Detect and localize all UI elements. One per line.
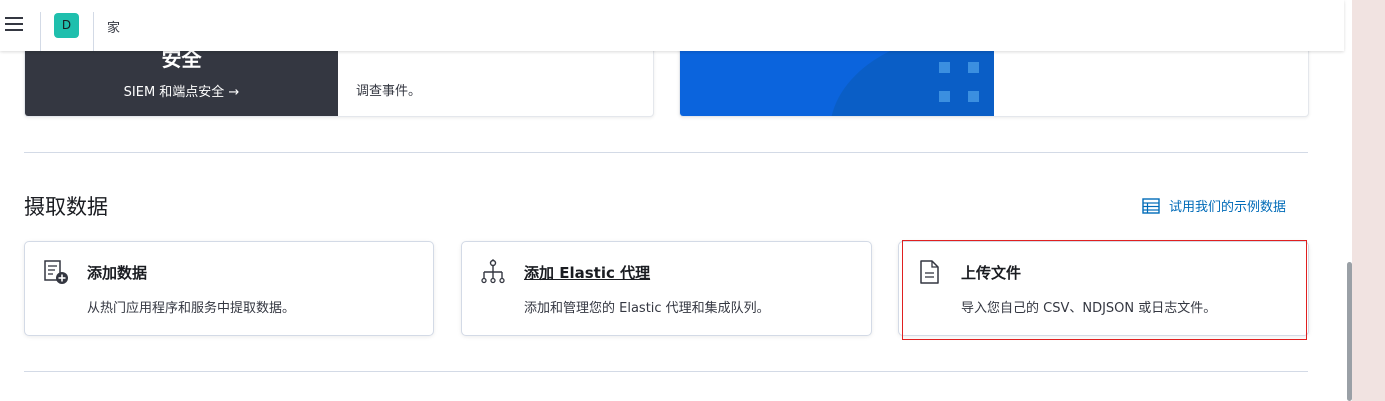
add-data-title[interactable]: 添加数据 xyxy=(87,262,147,283)
add-data-card[interactable]: 添加数据 从热门应用程序和服务中提取数据。 xyxy=(24,241,434,336)
sample-data-link[interactable]: 试用我们的示例数据 xyxy=(1142,196,1286,215)
menu-icon[interactable] xyxy=(5,17,23,31)
grid-logo-icon xyxy=(939,62,979,102)
add-data-description: 从热门应用程序和服务中提取数据。 xyxy=(87,301,296,316)
ingest-section-title: 摄取数据 xyxy=(24,195,108,219)
header-separator xyxy=(40,12,41,51)
upload-file-description: 导入您自己的 CSV、NDJSON 或日志文件。 xyxy=(961,301,1217,316)
agent-icon xyxy=(481,259,505,284)
add-agent-card[interactable]: 添加 Elastic 代理 添加和管理您的 Elastic 代理和集成队列。 xyxy=(461,241,872,336)
space-avatar[interactable]: D xyxy=(54,13,79,38)
solution-card[interactable] xyxy=(679,40,1309,117)
section-divider xyxy=(24,371,1308,372)
security-description: 调查事件。 xyxy=(356,84,422,99)
add-agent-description: 添加和管理您的 Elastic 代理和集成队列。 xyxy=(524,301,770,316)
sample-data-label[interactable]: 试用我们的示例数据 xyxy=(1169,196,1286,215)
table-icon xyxy=(1142,197,1160,214)
security-card-banner: 安全 SIEM 和端点安全 → xyxy=(25,41,338,116)
solution-card-banner xyxy=(680,41,994,116)
upload-file-card[interactable]: 上传文件 导入您自己的 CSV、NDJSON 或日志文件。 xyxy=(898,241,1309,336)
upload-file-title[interactable]: 上传文件 xyxy=(961,262,1021,283)
security-solution-card[interactable]: 安全 SIEM 和端点安全 → 调查事件。 xyxy=(24,40,654,117)
window-edge xyxy=(1352,0,1385,401)
top-header: D 家 xyxy=(0,0,1344,51)
add-agent-title[interactable]: 添加 Elastic 代理 xyxy=(524,262,650,283)
document-icon xyxy=(920,260,939,284)
security-link[interactable]: SIEM 和端点安全 → xyxy=(25,81,338,100)
section-divider xyxy=(24,152,1308,153)
add-data-icon xyxy=(44,260,68,284)
header-separator xyxy=(93,12,94,51)
breadcrumb-home[interactable]: 家 xyxy=(107,17,120,36)
